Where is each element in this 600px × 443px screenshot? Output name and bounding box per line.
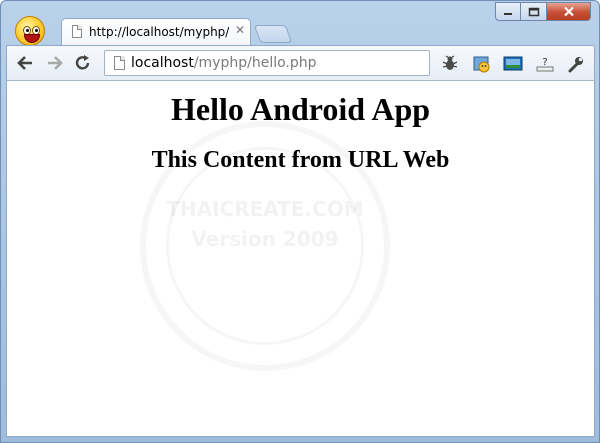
browser-toolbar: localhost/myphp/hello.php ? <box>6 45 595 81</box>
reload-icon <box>75 55 90 70</box>
maximize-icon <box>528 7 539 16</box>
page-subheading: This Content from URL Web <box>151 147 450 173</box>
minimize-button[interactable] <box>495 2 521 21</box>
watermark-line-2: Version 2009 <box>191 227 339 251</box>
back-button[interactable] <box>15 53 35 73</box>
page-icon <box>114 56 125 70</box>
forward-arrow-icon <box>48 56 63 70</box>
minimize-icon <box>504 12 512 15</box>
screen-extension-icon[interactable] <box>502 53 524 75</box>
page-heading: Hello Android App <box>170 91 431 127</box>
tab-title: http://localhost/myphp/hello.php <box>89 25 229 39</box>
avatar-mouth <box>24 34 40 43</box>
page-icon <box>72 25 82 38</box>
help-extension-icon[interactable]: ? <box>534 53 556 75</box>
stamp-extension-icon[interactable] <box>471 53 493 75</box>
address-url: localhost/myphp/hello.php <box>131 55 317 71</box>
new-tab-button[interactable] <box>253 25 293 43</box>
maximize-button[interactable] <box>521 2 547 21</box>
close-tab-icon[interactable]: ✕ <box>235 23 245 37</box>
browser-tab[interactable]: http://localhost/myphp/hello.php ✕ <box>61 18 251 46</box>
close-window-button[interactable] <box>547 2 591 21</box>
wrench-icon[interactable] <box>565 53 587 75</box>
svg-text:?: ? <box>542 57 547 68</box>
watermark-line-1: THAICREATE.COM <box>166 197 364 221</box>
page-content: THAICREATE.COM Version 2009 Hello Androi… <box>6 81 595 437</box>
forward-button[interactable] <box>45 53 65 73</box>
bug-extension-icon[interactable] <box>439 53 461 75</box>
url-host: localhost <box>131 55 194 71</box>
smiley-avatar-icon[interactable] <box>15 16 45 46</box>
reload-button[interactable] <box>73 53 93 73</box>
back-arrow-icon <box>17 56 32 70</box>
address-bar[interactable]: localhost/myphp/hello.php <box>104 50 430 76</box>
window-controls <box>495 2 591 22</box>
browser-window: http://localhost/myphp/hello.php ✕ local… <box>0 0 600 443</box>
url-path: /myphp/hello.php <box>193 55 317 71</box>
close-icon <box>563 6 574 17</box>
